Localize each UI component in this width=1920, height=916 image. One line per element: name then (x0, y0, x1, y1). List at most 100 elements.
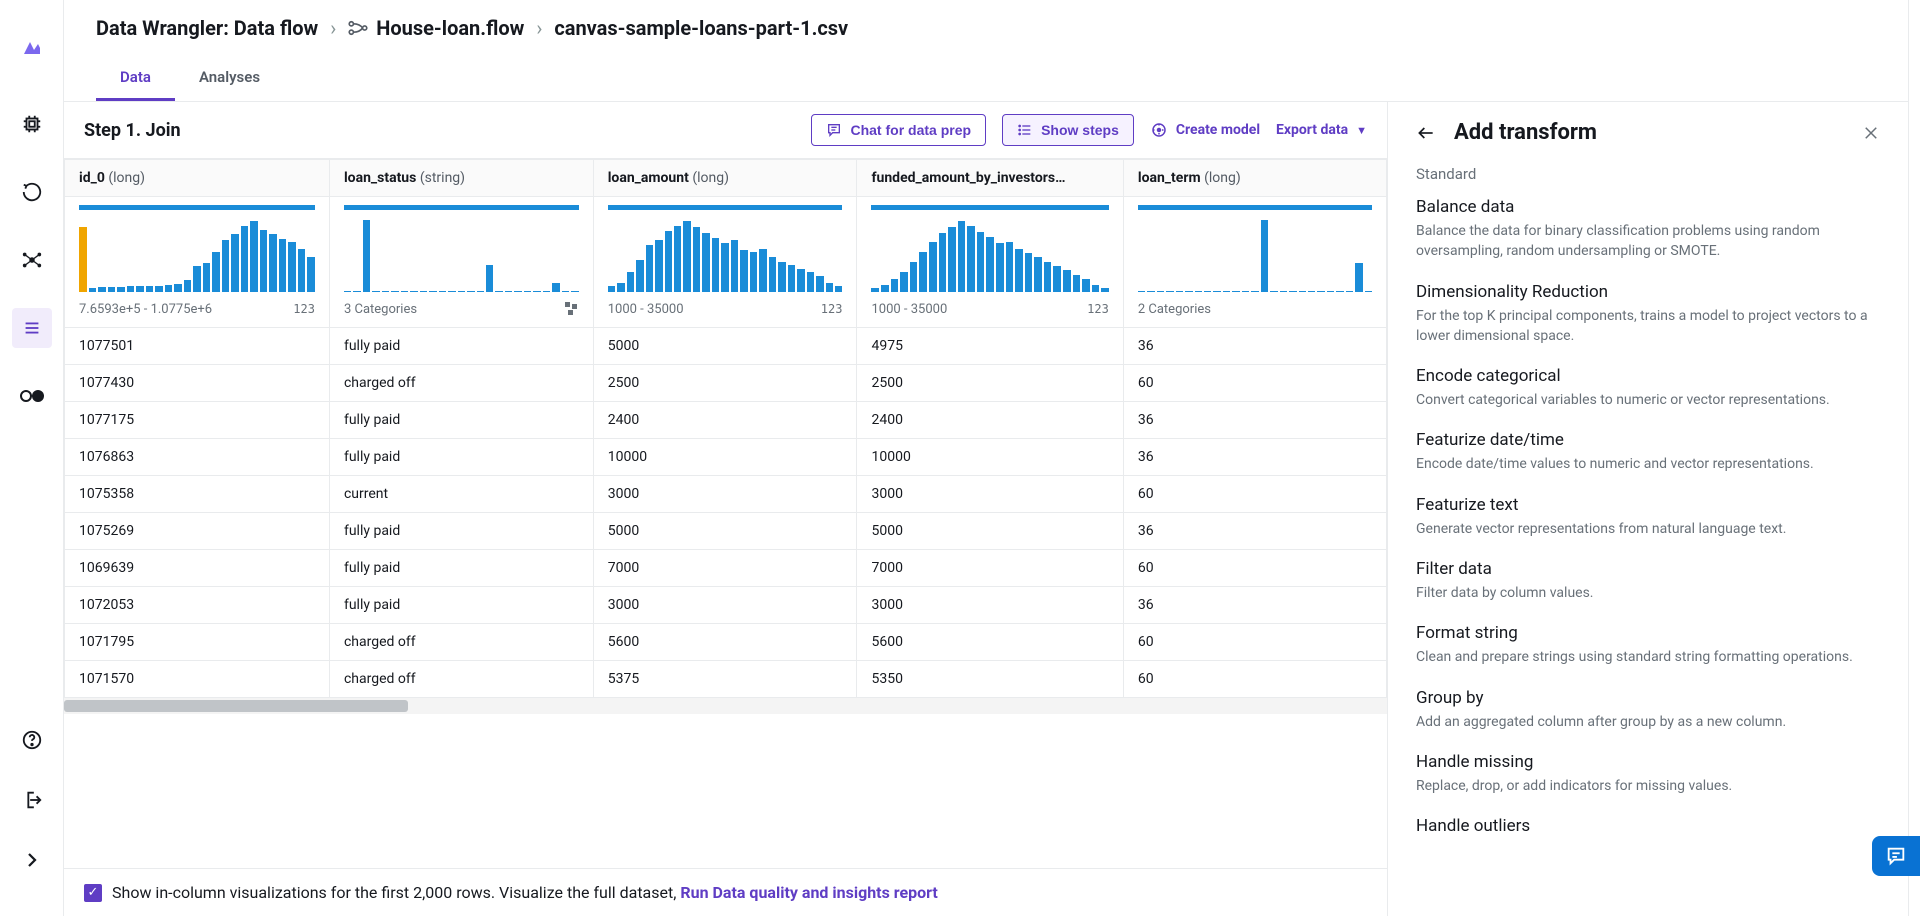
column-header[interactable]: funded_amount_by_investors… (857, 160, 1123, 197)
table-cell: charged off (329, 661, 593, 698)
table-cell: 3000 (593, 587, 857, 624)
chat-fab[interactable] (1872, 836, 1920, 876)
chat-icon (826, 122, 842, 138)
export-data-button[interactable]: Export data ▼ (1276, 122, 1367, 138)
table-row[interactable]: 1071570charged off5375535060 (65, 661, 1387, 698)
tab-data[interactable]: Data (96, 56, 175, 101)
table-cell: fully paid (329, 550, 593, 587)
table-cell: 5000 (857, 513, 1123, 550)
toolbar: Step 1. Join Chat for data prep Show ste… (64, 102, 1387, 159)
transform-name: Format string (1416, 623, 1880, 643)
table-cell: 36 (1123, 587, 1386, 624)
table-cell: 7000 (593, 550, 857, 587)
tabs: Data Analyses (64, 56, 1908, 102)
transform-item[interactable]: Handle missingReplace, drop, or add indi… (1416, 752, 1880, 796)
table-cell: 1077501 (65, 328, 330, 365)
transform-item[interactable]: Format string Clean and prepare strings u… (1416, 623, 1880, 667)
table-cell: 1072053 (65, 587, 330, 624)
table-row[interactable]: 1076863fully paid100001000036 (65, 439, 1387, 476)
table-cell: 10000 (593, 439, 857, 476)
table-cell: 5350 (857, 661, 1123, 698)
scrollbar-thumb[interactable] (64, 700, 408, 712)
transform-item[interactable]: Balance data Balance the data for binary … (1416, 197, 1880, 262)
run-report-link[interactable]: Run Data quality and insights report (680, 883, 937, 902)
breadcrumb-flow[interactable]: House-loan.flow (376, 16, 524, 40)
viz-checkbox[interactable]: ✓ (84, 884, 102, 902)
transform-desc: For the top K principal components, trai… (1416, 306, 1880, 347)
chip-icon[interactable] (12, 104, 52, 144)
table-cell: fully paid (329, 402, 593, 439)
table-row[interactable]: 1069639fully paid7000700060 (65, 550, 1387, 587)
help-icon[interactable] (12, 720, 52, 760)
table-row[interactable]: 1072053fully paid3000300036 (65, 587, 1387, 624)
table-cell: 1077175 (65, 402, 330, 439)
back-arrow-icon[interactable] (1416, 123, 1436, 143)
transform-desc: Balance the data for binary classificati… (1416, 221, 1880, 262)
list-icon[interactable] (12, 308, 52, 348)
column-header[interactable]: id_0 (long) (65, 160, 330, 197)
table-row[interactable]: 1075358current3000300060 (65, 476, 1387, 513)
transform-item[interactable]: Group by Add an aggregated column after g… (1416, 688, 1880, 732)
tab-analyses[interactable]: Analyses (175, 56, 284, 101)
chevron-down-icon: ▼ (1356, 124, 1367, 137)
table-cell: 5375 (593, 661, 857, 698)
transform-desc: Generate vector representations from nat… (1416, 519, 1880, 539)
logout-icon[interactable] (12, 780, 52, 820)
column-viz: 2 Categories (1123, 197, 1386, 328)
breadcrumb-file[interactable]: canvas-sample-loans-part-1.csv (554, 16, 848, 40)
table-row[interactable]: 1077175fully paid2400240036 (65, 402, 1387, 439)
transform-name: Featurize date/time (1416, 430, 1880, 450)
table-cell: 2500 (593, 365, 857, 402)
graph-icon[interactable] (12, 240, 52, 280)
transform-desc: Add an aggregated column after group by … (1416, 712, 1880, 732)
transform-item[interactable]: Featurize date/time Encode date/time valu… (1416, 430, 1880, 474)
refresh-icon[interactable] (12, 172, 52, 212)
table-cell: 60 (1123, 476, 1386, 513)
show-steps-button[interactable]: Show steps (1002, 114, 1134, 146)
data-table-wrap: id_0 (long)loan_status (string)loan_amou… (64, 159, 1387, 868)
table-cell: 3000 (857, 587, 1123, 624)
table-cell: charged off (329, 624, 593, 661)
data-table: id_0 (long)loan_status (string)loan_amou… (64, 159, 1387, 698)
close-icon[interactable] (1862, 124, 1880, 142)
table-row[interactable]: 1077430charged off2500250060 (65, 365, 1387, 402)
column-viz: 3 Categories (329, 197, 593, 328)
table-row[interactable]: 1071795charged off5600560060 (65, 624, 1387, 661)
table-cell: 1071570 (65, 661, 330, 698)
transform-name: Balance data (1416, 197, 1880, 217)
table-row[interactable]: 1077501fully paid5000497536 (65, 328, 1387, 365)
transform-desc: Encode date/time values to numeric and v… (1416, 454, 1880, 474)
transform-item[interactable]: Dimensionality ReductionFor the top K pr… (1416, 282, 1880, 347)
column-header[interactable]: loan_amount (long) (593, 160, 857, 197)
table-cell: 2400 (857, 402, 1123, 439)
transform-name: Group by (1416, 688, 1880, 708)
transform-desc: Clean and prepare strings using standard… (1416, 647, 1880, 667)
transform-item[interactable]: Featurize textGenerate vector representa… (1416, 495, 1880, 539)
transform-name: Filter data (1416, 559, 1880, 579)
table-cell: 4975 (857, 328, 1123, 365)
table-cell: fully paid (329, 328, 593, 365)
add-transform-panel: Add transform Standard Balance dataBalan… (1388, 102, 1908, 916)
column-header[interactable]: loan_term (long) (1123, 160, 1386, 197)
transform-item[interactable]: Handle outliers (1416, 816, 1880, 836)
table-cell: 5600 (593, 624, 857, 661)
table-cell: 36 (1123, 328, 1386, 365)
table-cell: fully paid (329, 513, 593, 550)
table-cell: 36 (1123, 439, 1386, 476)
breadcrumb-root[interactable]: Data Wrangler: Data flow (96, 16, 318, 40)
horizontal-scrollbar[interactable] (64, 698, 1387, 714)
transform-item[interactable]: Encode categoricalConvert categorical va… (1416, 366, 1880, 410)
create-model-button[interactable]: Create model (1150, 121, 1260, 139)
footer-text: Show in-column visualizations for the fi… (112, 883, 680, 902)
table-cell: 60 (1123, 365, 1386, 402)
breadcrumb: Data Wrangler: Data flow › House-loan.fl… (64, 0, 1908, 56)
expand-icon[interactable] (12, 840, 52, 880)
brand-icon[interactable] (12, 28, 52, 68)
transform-item[interactable]: Filter dataFilter data by column values. (1416, 559, 1880, 603)
table-cell: 1071795 (65, 624, 330, 661)
toggle-icon[interactable] (12, 376, 52, 416)
chat-for-data-prep-button[interactable]: Chat for data prep (811, 114, 986, 146)
column-header[interactable]: loan_status (string) (329, 160, 593, 197)
table-row[interactable]: 1075269fully paid5000500036 (65, 513, 1387, 550)
column-viz: 1000 - 35000123 (593, 197, 857, 328)
